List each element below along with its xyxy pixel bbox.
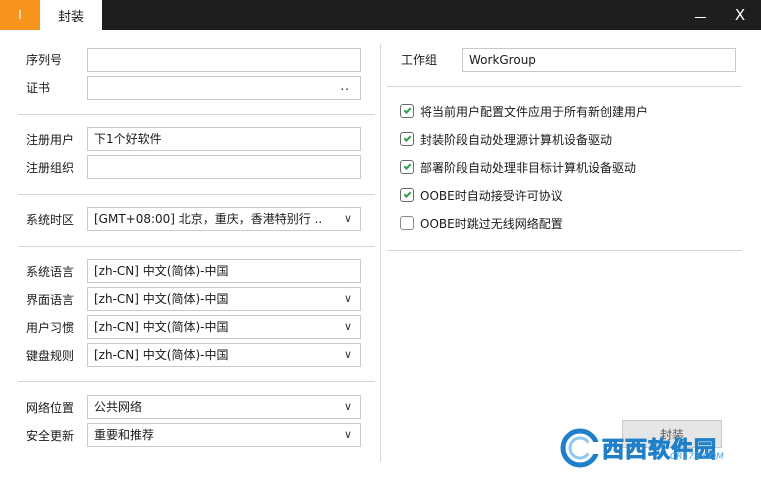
serial-input[interactable]	[87, 48, 361, 72]
option-skip-wireless-checkbox[interactable]: OOBE时跳过无线网络配置	[400, 215, 563, 231]
watermark: 西西软件园 CR173.COM	[560, 426, 756, 470]
minimize-button[interactable]	[682, 0, 718, 30]
title-bar: I 封装 X	[0, 0, 761, 30]
option-source-drivers-checkbox[interactable]: 封装阶段自动处理源计算机设备驱动	[400, 131, 612, 147]
workgroup-value: WorkGroup	[469, 53, 536, 67]
watermark-logo-icon	[560, 428, 600, 468]
sys-lang-value: [zh-CN] 中文(简体)-中国	[94, 264, 229, 278]
cert-browse-button[interactable]: ..	[340, 77, 350, 97]
user-locale-value: [zh-CN] 中文(简体)-中国	[94, 320, 229, 334]
ui-lang-label: 界面语言	[26, 293, 75, 307]
ui-lang-value: [zh-CN] 中文(简体)-中国	[94, 292, 229, 306]
app-tab[interactable]: I	[0, 0, 40, 30]
option-apply-profile-checkbox[interactable]: 将当前用户配置文件应用于所有新创建用户	[400, 103, 648, 119]
checkbox[interactable]	[400, 188, 414, 202]
tab-seal-label: 封装	[57, 9, 84, 25]
chevron-down-icon: ∨	[343, 400, 352, 413]
chevron-down-icon: ∨	[343, 320, 352, 333]
update-label: 安全更新	[26, 429, 75, 443]
divider	[387, 250, 742, 251]
chevron-down-icon: ∨	[343, 428, 352, 441]
minimize-icon	[694, 16, 706, 18]
checkmark-icon	[403, 134, 411, 142]
option-target-drivers-checkbox[interactable]: 部署阶段自动处理非目标计算机设备驱动	[400, 159, 636, 175]
option-label: 将当前用户配置文件应用于所有新创建用户	[420, 104, 649, 119]
update-select[interactable]: 重要和推荐 ∨	[87, 423, 361, 447]
chevron-down-icon: ∨	[343, 348, 352, 361]
sys-lang-select[interactable]: [zh-CN] 中文(简体)-中国	[87, 259, 361, 283]
network-label: 网络位置	[26, 401, 75, 415]
checkbox[interactable]	[400, 104, 414, 118]
cert-input[interactable]: ..	[87, 76, 361, 100]
checkbox[interactable]	[400, 132, 414, 146]
divider	[387, 86, 742, 87]
update-value: 重要和推荐	[94, 428, 155, 442]
ui-lang-select[interactable]: [zh-CN] 中文(简体)-中国 ∨	[87, 287, 361, 311]
keyboard-select[interactable]: [zh-CN] 中文(简体)-中国 ∨	[87, 343, 361, 367]
keyboard-label: 键盘规则	[26, 349, 75, 363]
workgroup-input[interactable]: WorkGroup	[462, 48, 736, 72]
chevron-down-icon: ∨	[343, 292, 352, 305]
timezone-label: 系统时区	[26, 213, 75, 227]
close-icon: X	[734, 6, 746, 24]
option-label: OOBE时跳过无线网络配置	[420, 216, 563, 231]
panel-divider	[380, 44, 381, 462]
sys-lang-label: 系统语言	[26, 265, 75, 279]
checkbox[interactable]	[400, 160, 414, 174]
checkmark-icon	[403, 190, 411, 198]
watermark-url: CR173.COM	[670, 452, 724, 462]
tab-seal[interactable]: 封装	[40, 0, 102, 30]
workgroup-label: 工作组	[401, 53, 438, 67]
cert-label: 证书	[26, 81, 51, 95]
timezone-value: [GMT+08:00] 北京，重庆，香港特别行 ..	[94, 212, 323, 226]
option-label: 部署阶段自动处理非目标计算机设备驱动	[420, 160, 637, 175]
timezone-select[interactable]: [GMT+08:00] 北京，重庆，香港特别行 .. ∨	[87, 207, 361, 231]
option-label: OOBE时自动接受许可协议	[420, 188, 563, 203]
divider	[18, 114, 375, 115]
reg-user-label: 注册用户	[26, 133, 75, 147]
checkbox[interactable]	[400, 216, 414, 230]
divider	[18, 246, 375, 247]
reg-user-input[interactable]: 下1个好软件	[87, 127, 361, 151]
app-tab-label: I	[18, 8, 22, 22]
serial-label: 序列号	[26, 53, 63, 67]
network-select[interactable]: 公共网络 ∨	[87, 395, 361, 419]
network-value: 公共网络	[94, 400, 143, 414]
option-accept-license-checkbox[interactable]: OOBE时自动接受许可协议	[400, 187, 563, 203]
option-label: 封装阶段自动处理源计算机设备驱动	[420, 132, 613, 147]
user-locale-label: 用户习惯	[26, 321, 75, 335]
keyboard-value: [zh-CN] 中文(简体)-中国	[94, 348, 229, 362]
chevron-down-icon: ∨	[343, 212, 352, 225]
close-button[interactable]: X	[722, 0, 758, 30]
reg-user-value: 下1个好软件	[94, 132, 162, 146]
reg-org-input[interactable]	[87, 155, 361, 179]
divider	[18, 194, 375, 195]
reg-org-label: 注册组织	[26, 161, 75, 175]
user-locale-select[interactable]: [zh-CN] 中文(简体)-中国 ∨	[87, 315, 361, 339]
divider	[18, 381, 375, 382]
checkmark-icon	[403, 162, 411, 170]
checkmark-icon	[403, 106, 411, 114]
